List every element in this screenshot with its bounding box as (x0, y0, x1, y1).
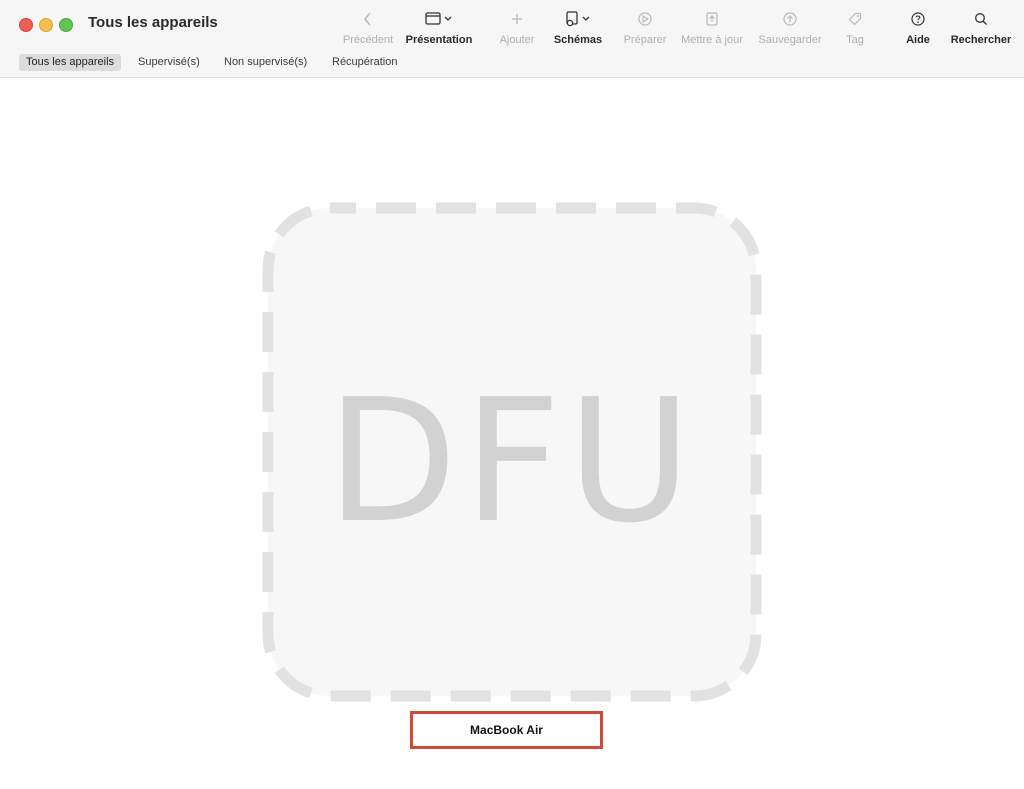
window-view-icon (424, 8, 454, 30)
dfu-device-tile[interactable]: DFU (262, 202, 762, 702)
chevron-left-icon (361, 8, 375, 30)
toolbar-help-button[interactable]: Aide (902, 8, 934, 48)
toolbar-search-label: Rechercher (950, 34, 1012, 46)
blueprint-icon (563, 8, 593, 30)
tab-supervised[interactable]: Supervisé(s) (131, 54, 207, 71)
toolbar-blueprints-button[interactable]: Schémas (552, 8, 604, 48)
toolbar-prepare-button[interactable]: Préparer (620, 8, 670, 48)
toolbar-prepare-label: Préparer (623, 34, 667, 46)
filter-tab-bar: Tous les appareils Supervisé(s) Non supe… (0, 54, 1024, 72)
tab-recovery[interactable]: Récupération (325, 54, 404, 71)
backup-icon (782, 8, 798, 30)
toolbar-presentation-label: Présentation (405, 34, 473, 46)
toolbar-help-label: Aide (906, 34, 930, 46)
toolbar-tag-label: Tag (846, 34, 864, 46)
tag-icon (847, 8, 863, 30)
toolbar-blueprints-label: Schémas (553, 34, 603, 46)
device-name-label: MacBook Air (410, 711, 603, 749)
close-window-button[interactable] (19, 18, 33, 32)
prepare-icon (637, 8, 653, 30)
toolbar-tag-button[interactable]: Tag (840, 8, 870, 48)
plus-icon (510, 8, 524, 30)
toolbar-search-button[interactable]: Rechercher (950, 8, 1012, 48)
minimize-window-button[interactable] (39, 18, 53, 32)
update-icon (704, 8, 720, 30)
tab-unsupervised[interactable]: Non supervisé(s) (217, 54, 314, 71)
zoom-window-button[interactable] (59, 18, 73, 32)
dfu-placeholder-text: DFU (326, 363, 698, 561)
toolbar-presentation-button[interactable]: Présentation (404, 8, 474, 48)
tab-all-devices[interactable]: Tous les appareils (19, 54, 122, 71)
toolbar-previous-label: Précédent (342, 34, 394, 46)
toolbar-backup-button[interactable]: Sauvegarder (754, 8, 826, 48)
help-icon (910, 8, 926, 30)
search-icon (973, 8, 989, 30)
title-bar: Tous les appareils Précédent Présentatio… (0, 0, 1024, 78)
toolbar-update-button[interactable]: Mettre à jour (676, 8, 748, 48)
toolbar-backup-label: Sauvegarder (758, 34, 822, 46)
toolbar-add-button[interactable]: Ajouter (494, 8, 540, 48)
toolbar-add-label: Ajouter (499, 34, 535, 46)
toolbar-previous-button[interactable]: Précédent (340, 8, 396, 48)
window-title: Tous les appareils (88, 14, 218, 31)
toolbar-update-label: Mettre à jour (681, 34, 743, 46)
device-name-text: MacBook Air (470, 723, 543, 737)
